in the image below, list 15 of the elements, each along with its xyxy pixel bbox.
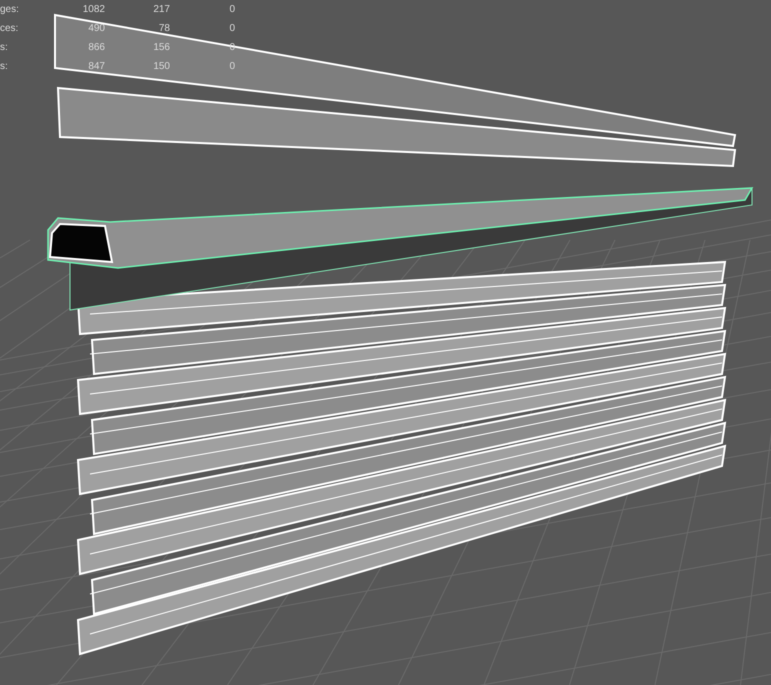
hud-value: 150 xyxy=(152,60,171,74)
hud-value: 0 xyxy=(228,3,236,17)
hud-label: ges: xyxy=(0,3,20,17)
hud-value: 866 xyxy=(87,41,106,55)
hud-value: 0 xyxy=(228,22,236,36)
hud-value: 0 xyxy=(228,60,236,74)
hud-value: 217 xyxy=(152,3,171,17)
hud-label: ces: xyxy=(0,22,20,36)
hud-value: 156 xyxy=(152,41,171,55)
hud-value: 1082 xyxy=(82,3,106,17)
hud-value: 490 xyxy=(87,22,106,36)
hud-value: 847 xyxy=(87,60,106,74)
hud-label: s: xyxy=(0,60,9,74)
hud-value: 78 xyxy=(158,22,171,36)
hud-label: s: xyxy=(0,41,9,55)
